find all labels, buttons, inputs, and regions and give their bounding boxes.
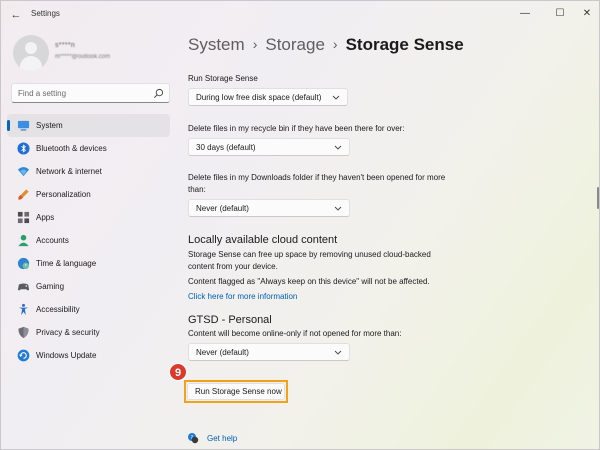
step-number-badge: 9 bbox=[169, 363, 187, 381]
settings-window: ← Settings — ☐ ✕ s****n m*****@outlook.c… bbox=[0, 0, 600, 450]
accessibility-icon bbox=[18, 303, 29, 316]
sidebar-item-gaming[interactable]: Gaming bbox=[7, 275, 170, 298]
run-storage-sense-now-button[interactable]: Run Storage Sense now bbox=[187, 383, 285, 400]
back-arrow-icon[interactable]: ← bbox=[7, 6, 25, 24]
dropdown-value: 30 days (default) bbox=[196, 143, 256, 152]
paintbrush-icon bbox=[18, 189, 29, 200]
window-title: Settings bbox=[31, 9, 60, 18]
search-icon bbox=[154, 88, 164, 98]
search-input[interactable]: Find a setting bbox=[11, 83, 170, 103]
button-label: Run Storage Sense now bbox=[195, 387, 282, 396]
run-storage-sense-label: Run Storage Sense bbox=[188, 74, 258, 83]
sidebar-item-accounts[interactable]: Accounts bbox=[7, 229, 170, 252]
gtsd-heading: GTSD - Personal bbox=[188, 314, 272, 326]
gtsd-description: Content will become online-only if not o… bbox=[188, 329, 402, 338]
shield-icon bbox=[18, 326, 29, 339]
breadcrumb-storage[interactable]: Storage bbox=[265, 35, 325, 54]
recycle-bin-dropdown[interactable]: 30 days (default) bbox=[188, 138, 350, 156]
chevron-down-icon bbox=[332, 95, 340, 100]
breadcrumb-separator: › bbox=[332, 36, 338, 52]
help-icon: ? bbox=[188, 433, 199, 444]
sidebar-item-label: Privacy & security bbox=[36, 328, 100, 337]
search-placeholder: Find a setting bbox=[18, 89, 67, 98]
dropdown-value: Never (default) bbox=[196, 204, 249, 213]
system-display-icon bbox=[17, 120, 30, 131]
get-help-link[interactable]: ? Get help bbox=[187, 432, 247, 446]
wifi-icon bbox=[17, 167, 30, 177]
selection-indicator bbox=[7, 120, 10, 131]
breadcrumb: System › Storage › Storage Sense bbox=[188, 35, 464, 55]
sidebar-item-windows-update[interactable]: Windows Update bbox=[7, 344, 170, 367]
sidebar-item-system[interactable]: System bbox=[7, 114, 170, 137]
sidebar-item-time-language[interactable]: Time & language bbox=[7, 252, 170, 275]
title-bar: ← Settings — ☐ ✕ bbox=[1, 1, 599, 29]
svg-text:?: ? bbox=[191, 435, 194, 441]
dropdown-value: Never (default) bbox=[196, 348, 249, 357]
downloads-dropdown[interactable]: Never (default) bbox=[188, 199, 350, 217]
sidebar-item-label: Time & language bbox=[36, 259, 97, 268]
cloud-content-description: Storage Sense can free up space by remov… bbox=[188, 250, 431, 271]
breadcrumb-system[interactable]: System bbox=[188, 35, 245, 54]
sidebar-item-label: Apps bbox=[36, 213, 55, 222]
bluetooth-icon bbox=[17, 142, 30, 155]
more-info-link[interactable]: Click here for more information bbox=[188, 292, 297, 301]
minimize-icon[interactable]: — bbox=[510, 3, 540, 25]
sidebar-item-personalization[interactable]: Personalization bbox=[7, 183, 170, 206]
sidebar-nav: System Bluetooth & devices Network & int… bbox=[7, 114, 172, 367]
downloads-label: Delete files in my Downloads folder if t… bbox=[188, 173, 446, 194]
gamepad-icon bbox=[17, 283, 30, 291]
profile-name: s****n bbox=[55, 42, 76, 49]
chevron-down-icon bbox=[334, 145, 342, 150]
sidebar-item-label: Network & internet bbox=[36, 167, 102, 176]
scrollbar[interactable] bbox=[597, 187, 599, 209]
person-icon bbox=[18, 234, 29, 247]
profile-email: m*****@outlook.com bbox=[55, 54, 111, 60]
apps-grid-icon bbox=[17, 211, 30, 224]
recycle-bin-label: Delete files in my recycle bin if they h… bbox=[188, 124, 405, 133]
chevron-down-icon bbox=[334, 350, 342, 355]
windows-update-icon bbox=[17, 349, 30, 362]
gtsd-dropdown[interactable]: Never (default) bbox=[188, 343, 350, 361]
sidebar-item-label: Personalization bbox=[36, 190, 91, 199]
sidebar-item-label: System bbox=[36, 121, 63, 130]
sidebar-item-bluetooth[interactable]: Bluetooth & devices bbox=[7, 137, 170, 160]
get-help-label: Get help bbox=[207, 434, 238, 443]
chevron-down-icon bbox=[334, 206, 342, 211]
avatar bbox=[13, 35, 49, 71]
user-profile[interactable]: s****n m*****@outlook.com bbox=[13, 35, 163, 75]
close-icon[interactable]: ✕ bbox=[572, 3, 600, 25]
sidebar-item-label: Gaming bbox=[36, 282, 65, 291]
sidebar-item-privacy[interactable]: Privacy & security bbox=[7, 321, 170, 344]
sidebar-item-label: Windows Update bbox=[36, 351, 97, 360]
breadcrumb-separator: › bbox=[252, 36, 258, 52]
sidebar-item-network[interactable]: Network & internet bbox=[7, 160, 170, 183]
sidebar-item-label: Accessibility bbox=[36, 305, 80, 314]
cloud-content-note: Content flagged as "Always keep on this … bbox=[188, 277, 430, 286]
sidebar-item-accessibility[interactable]: Accessibility bbox=[7, 298, 170, 321]
cloud-content-heading: Locally available cloud content bbox=[188, 234, 338, 246]
dropdown-value: During low free disk space (default) bbox=[196, 93, 322, 102]
run-storage-sense-dropdown[interactable]: During low free disk space (default) bbox=[188, 88, 348, 106]
sidebar-item-label: Accounts bbox=[36, 236, 69, 245]
sidebar-item-apps[interactable]: Apps bbox=[7, 206, 170, 229]
globe-clock-icon bbox=[17, 257, 30, 270]
maximize-icon[interactable]: ☐ bbox=[545, 3, 575, 25]
sidebar-item-label: Bluetooth & devices bbox=[36, 144, 107, 153]
page-title: Storage Sense bbox=[345, 35, 464, 54]
